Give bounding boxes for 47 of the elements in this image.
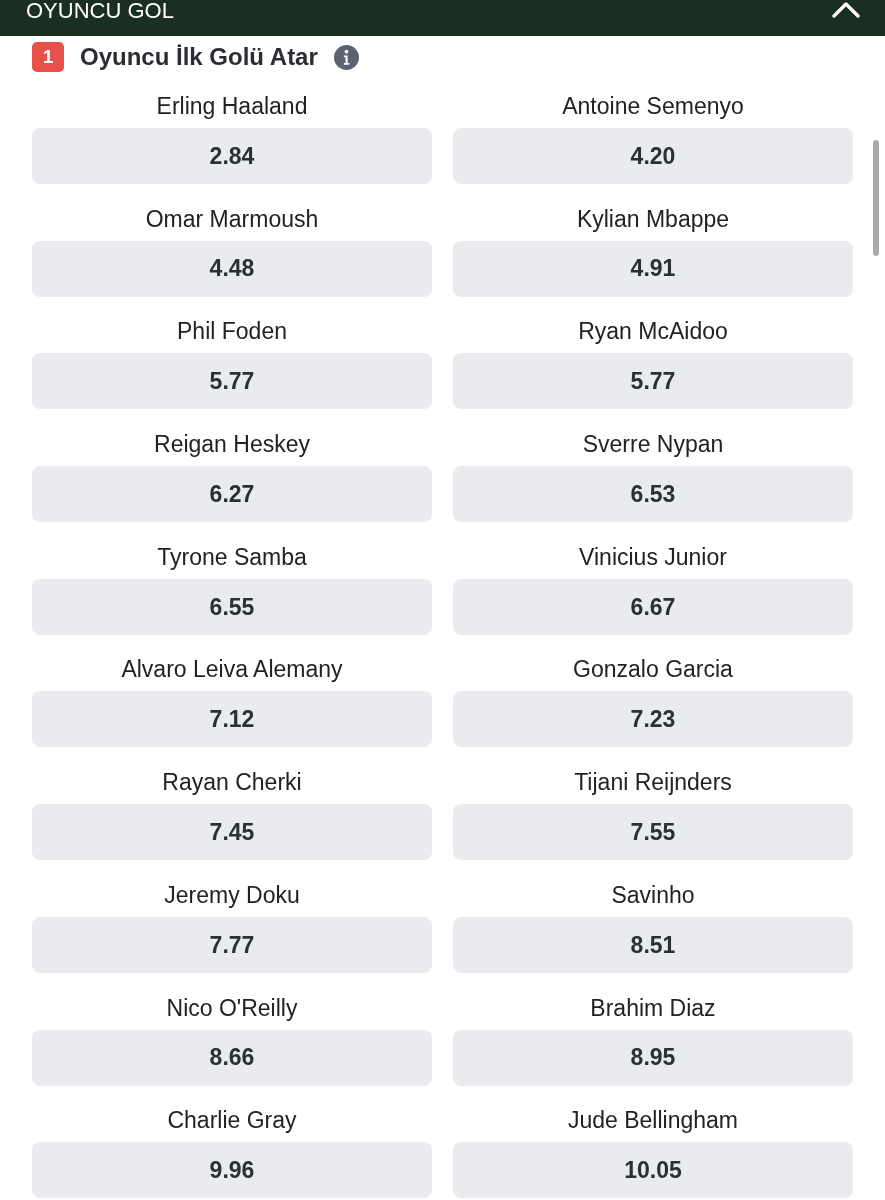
player-name: Tijani Reijnders — [573, 768, 733, 798]
player-name: Nico O'Reilly — [165, 993, 299, 1023]
chevron-up-icon[interactable] — [831, 1, 861, 19]
odds-button[interactable]: 7.12 — [32, 691, 432, 748]
player-name: Savinho — [610, 880, 696, 910]
player-name: Brahim Diaz — [589, 993, 717, 1023]
player-name: Vinicius Junior — [578, 542, 728, 572]
odds-button[interactable]: 9.96 — [32, 1142, 432, 1199]
section-header[interactable]: OYUNCU GOL — [0, 0, 885, 36]
player-name: Erling Haaland — [155, 92, 309, 121]
player-name: Kylian Mbappe — [575, 204, 731, 234]
odds-button[interactable]: 8.51 — [453, 916, 853, 973]
odds-button[interactable]: 5.77 — [453, 353, 853, 410]
odds-button[interactable]: 7.55 — [453, 804, 853, 861]
market-number-badge: 1 — [32, 42, 64, 72]
odds-button[interactable]: 4.91 — [453, 240, 853, 297]
player-name: Ryan McAidoo — [577, 317, 729, 347]
info-icon[interactable] — [333, 44, 359, 70]
odds-button[interactable]: 5.77 — [32, 353, 432, 410]
odds-button[interactable]: 4.20 — [453, 128, 853, 184]
player-name: Tyrone Samba — [156, 542, 308, 572]
player-name: Phil Foden — [176, 317, 288, 347]
odds-button[interactable]: 4.48 — [32, 240, 432, 297]
odds-button[interactable]: 6.55 — [32, 578, 432, 635]
section-title: OYUNCU GOL — [26, 0, 174, 22]
player-name: Gonzalo Garcia — [572, 655, 734, 685]
player-name: Reigan Heskey — [153, 430, 311, 460]
odds-button[interactable]: 8.66 — [32, 1029, 432, 1086]
player-name: Rayan Cherki — [161, 768, 303, 798]
scrollbar[interactable] — [873, 140, 879, 256]
player-name: Omar Marmoush — [144, 204, 320, 234]
odds-button[interactable]: 10.05 — [453, 1142, 853, 1199]
player-name: Charlie Gray — [166, 1106, 298, 1136]
odds-button[interactable]: 6.53 — [453, 466, 853, 523]
player-name: Jude Bellingham — [566, 1106, 740, 1136]
odds-button[interactable]: 6.67 — [453, 578, 853, 635]
odds-button[interactable]: 6.27 — [32, 466, 432, 523]
player-name: Antoine Semenyo — [561, 92, 745, 121]
odds-button[interactable]: 7.23 — [453, 691, 853, 748]
player-name: Sverre Nypan — [581, 430, 725, 460]
market-title: Oyuncu İlk Golü Atar — [80, 42, 318, 72]
odds-button[interactable]: 2.84 — [32, 128, 432, 184]
odds-button[interactable]: 8.95 — [453, 1029, 853, 1086]
odds-button[interactable]: 7.77 — [32, 916, 432, 973]
odds-button[interactable]: 7.45 — [32, 804, 432, 861]
player-name: Jeremy Doku — [163, 880, 301, 910]
player-name: Alvaro Leiva Alemany — [120, 655, 344, 685]
